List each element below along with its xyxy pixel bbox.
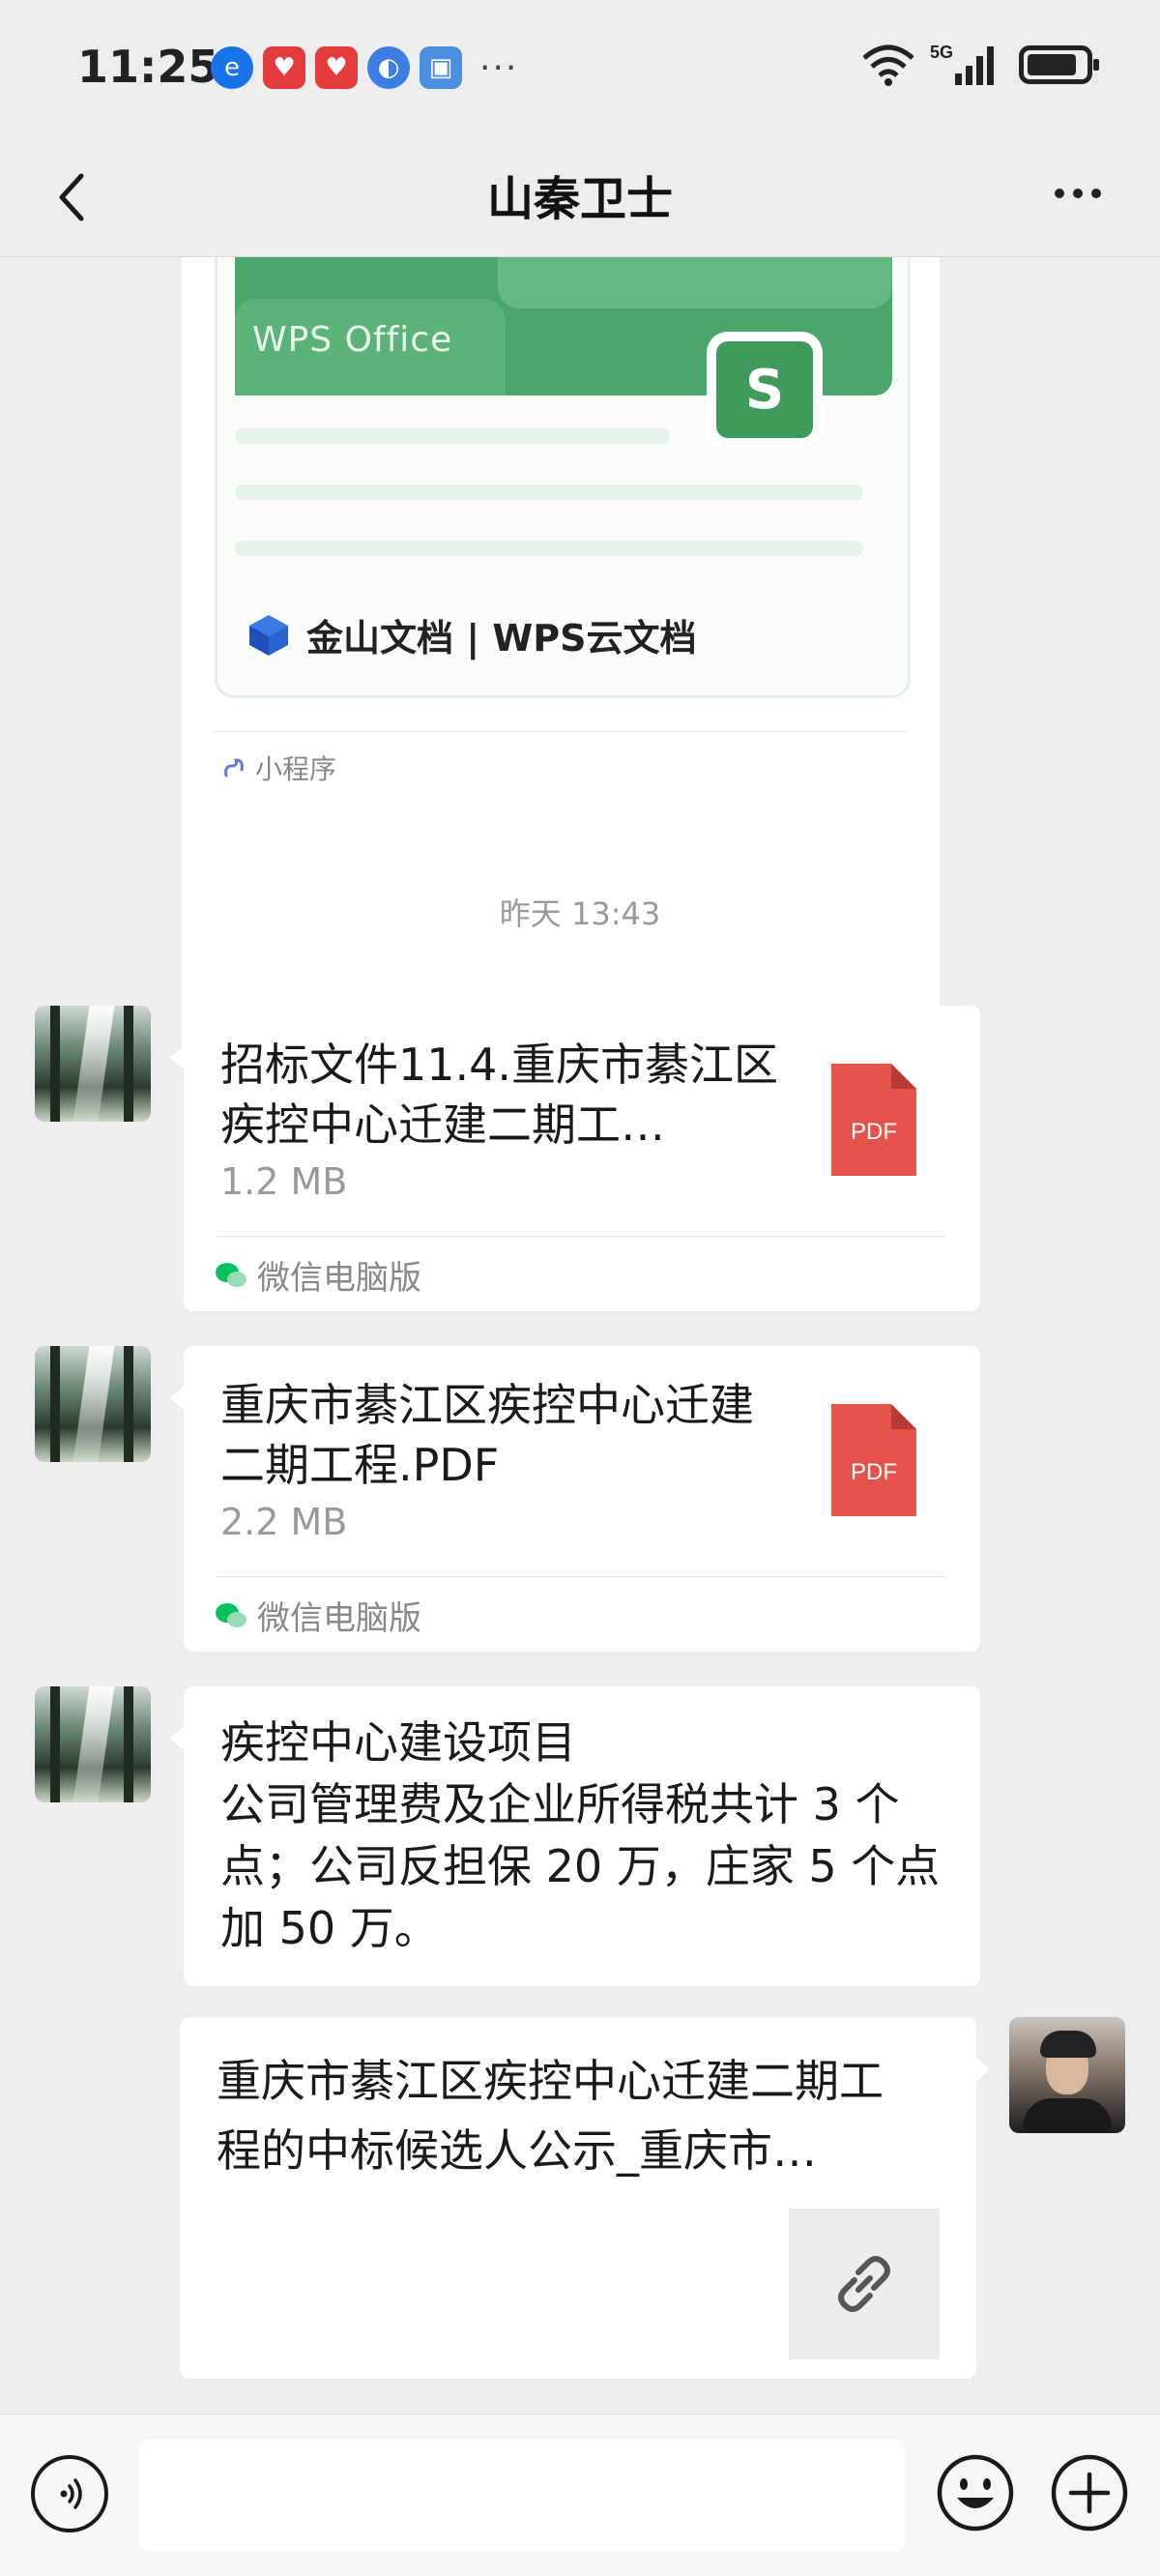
- placeholder-line: [235, 541, 863, 556]
- file-message[interactable]: 招标文件11.4.重庆市綦江区疾控中心迁建二期工… 1.2 MB PDF 微信电…: [170, 1006, 980, 1311]
- placeholder-line: [235, 484, 863, 500]
- mini-program-label: 小程序: [255, 753, 337, 785]
- divider: [217, 1576, 945, 1577]
- mini-program-preview: WPS Office S 金山文档 | WPS云文档: [215, 257, 911, 698]
- status-time: 11:25: [77, 41, 219, 93]
- contact-avatar[interactable]: [35, 1346, 151, 1462]
- tree: [124, 1006, 133, 1122]
- plus-icon[interactable]: [1050, 2453, 1129, 2532]
- mini-program-card[interactable]: WPS Office S 金山文档 | WPS云文档 小程序: [182, 257, 940, 1060]
- pdf-icon: PDF: [831, 1404, 916, 1516]
- light-beam: [72, 1006, 115, 1122]
- notification-icons: e ♥ ♥ ◐ ▣ ···: [211, 46, 518, 89]
- wechat-icon: [216, 1602, 246, 1627]
- light-beam: [72, 1346, 115, 1462]
- message-line: 疾控中心建设项目: [220, 1716, 576, 1769]
- tree: [50, 1686, 60, 1802]
- wps-banner-accent: [498, 257, 892, 308]
- browser-notification-icon: e: [211, 46, 253, 89]
- system-icons: 5G: [860, 43, 1099, 87]
- status-bar: 11:25 e ♥ ♥ ◐ ▣ ··· 5G: [0, 0, 1160, 135]
- contact-avatar[interactable]: [35, 1686, 151, 1802]
- file-message[interactable]: 重庆市綦江区疾控中心迁建二期工程.PDF 2.2 MB PDF 微信电脑版: [170, 1346, 980, 1652]
- link-icon: [838, 2256, 890, 2312]
- link-title: 重庆市綦江区疾控中心迁建二期工程的中标候选人公示_重庆市…: [217, 2055, 884, 2177]
- message-timestamp: 昨天 13:43: [499, 895, 661, 932]
- wifi-icon: [862, 44, 914, 86]
- file-size: 1.2 MB: [220, 1160, 348, 1203]
- kingsoft-docs-brand: 金山文档 | WPS云文档: [246, 608, 696, 661]
- text-message[interactable]: 疾控中心建设项目 公司管理费及企业所得税共计 3 个点；公司反担保 20 万，庄…: [170, 1686, 980, 1986]
- message-line: 公司管理费及企业所得税共计 3 个点；公司反担保 20 万，庄家 5 个点加 5…: [220, 1778, 941, 1954]
- voice-icon: [60, 2478, 82, 2509]
- message-input[interactable]: [139, 2440, 905, 2552]
- input-bar: [0, 2414, 1160, 2576]
- mini-program-icon: [224, 758, 244, 777]
- tree: [50, 1006, 60, 1122]
- chat-header: 山秦卫士: [0, 135, 1160, 257]
- file-name: 招标文件11.4.重庆市綦江区疾控中心迁建二期工…: [220, 1039, 779, 1151]
- link-thumbnail: [789, 2209, 940, 2359]
- emoji-icon[interactable]: [936, 2453, 1015, 2532]
- app-notification-icon: ▣: [420, 46, 462, 89]
- voice-button[interactable]: [31, 2455, 108, 2532]
- shopping-notification-icon: ♥: [263, 46, 305, 89]
- more-button[interactable]: [1034, 155, 1121, 232]
- wps-office-label: WPS Office: [252, 320, 453, 360]
- app-notification-icon: ◐: [367, 46, 410, 89]
- more-icon: [1055, 189, 1101, 198]
- pdf-label: PDF: [851, 1119, 897, 1145]
- file-source-label: 微信电脑版: [257, 1259, 421, 1298]
- cellular-signal-icon: 5G: [930, 43, 994, 85]
- file-source-label: 微信电脑版: [257, 1599, 421, 1638]
- chat-title: 山秦卫士: [486, 172, 673, 226]
- spreadsheet-letter: S: [716, 341, 813, 438]
- kingsoft-cube-icon: [249, 614, 288, 656]
- divider: [217, 1236, 945, 1237]
- file-source: 微信电脑版: [215, 1592, 421, 1639]
- avatar-shirt: [1023, 2098, 1112, 2133]
- divider: [215, 731, 907, 732]
- svg-text:5G: 5G: [930, 43, 953, 62]
- chat-messages[interactable]: WPS Office S 金山文档 | WPS云文档 小程序 昨天 13:43 …: [0, 257, 1160, 2414]
- avatar-hair: [1040, 2031, 1096, 2058]
- light-beam: [72, 1686, 115, 1802]
- file-name: 重庆市綦江区疾控中心迁建二期工程.PDF: [220, 1379, 754, 1491]
- mini-program-footer: 小程序: [220, 748, 336, 787]
- contact-avatar[interactable]: [35, 1006, 151, 1122]
- pdf-label: PDF: [851, 1459, 897, 1485]
- pdf-icon: PDF: [831, 1064, 916, 1176]
- tree: [124, 1686, 133, 1802]
- my-avatar[interactable]: [1009, 2017, 1125, 2133]
- shopping-notification-icon: ♥: [315, 46, 358, 89]
- file-size: 2.2 MB: [220, 1501, 348, 1543]
- tree: [124, 1346, 133, 1462]
- battery-icon: [1019, 45, 1099, 84]
- brand-label: 金山文档 | WPS云文档: [306, 617, 697, 659]
- file-source: 微信电脑版: [215, 1251, 421, 1299]
- wechat-icon: [216, 1262, 246, 1287]
- more-notifications-indicator: ···: [479, 47, 519, 88]
- link-message[interactable]: 重庆市綦江区疾控中心迁建二期工程的中标候选人公示_重庆市…: [180, 2017, 990, 2379]
- placeholder-line: [235, 428, 670, 444]
- message-text: 疾控中心建设项目 公司管理费及企业所得税共计 3 个点；公司反担保 20 万，庄…: [220, 1712, 951, 1959]
- tree: [50, 1346, 60, 1462]
- spreadsheet-icon: S: [707, 332, 823, 448]
